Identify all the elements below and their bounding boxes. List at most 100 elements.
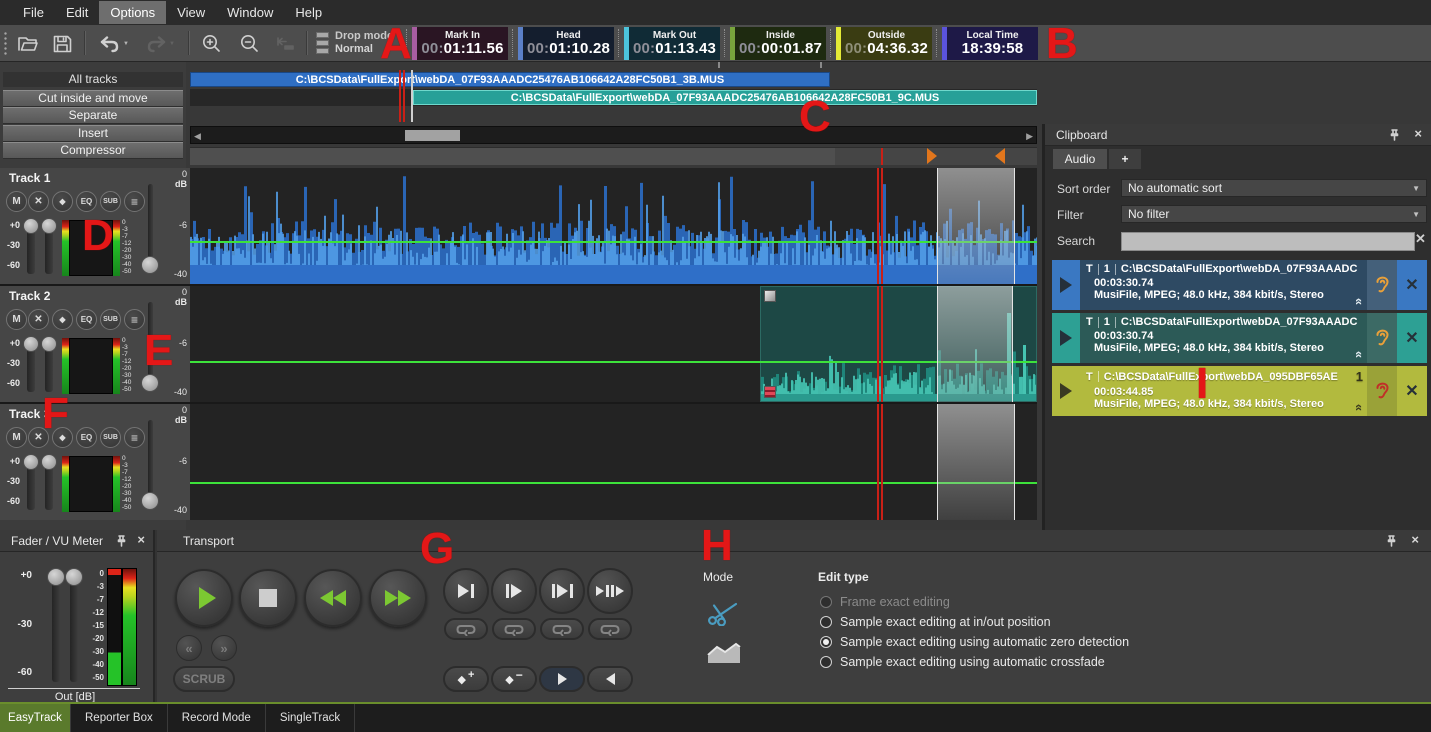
fast-forward-button[interactable] xyxy=(369,569,427,627)
save-button[interactable] xyxy=(48,30,76,58)
tab-add[interactable]: + xyxy=(1109,149,1141,169)
menu-file[interactable]: File xyxy=(12,1,55,24)
overview-clip-2[interactable]: C:\BCSData\FullExport\webDA_07F93AAADC25… xyxy=(413,90,1037,105)
track2-waveform-area[interactable] xyxy=(190,286,1037,402)
item-remove-button[interactable]: ✕ xyxy=(1397,366,1427,416)
close-icon[interactable]: × xyxy=(137,533,145,547)
sub-button[interactable]: SUB xyxy=(100,427,121,448)
menu-view[interactable]: View xyxy=(166,1,216,24)
cut-link-button[interactable]: ✕ xyxy=(28,191,49,212)
item-remove-button[interactable]: ✕ xyxy=(1397,313,1427,363)
close-icon[interactable]: × xyxy=(1411,533,1419,547)
pan-fader-knob[interactable] xyxy=(23,218,39,234)
remove-marker-button[interactable]: ◆− xyxy=(491,666,537,692)
play-around-mark-button[interactable] xyxy=(587,568,633,614)
timeline-scrollbar[interactable]: ◀ ▶ xyxy=(190,126,1037,144)
track-fader-knob[interactable] xyxy=(141,492,159,510)
selection-region[interactable] xyxy=(937,404,1015,520)
prev-marker-button[interactable] xyxy=(587,666,633,692)
volume-envelope-line[interactable] xyxy=(190,241,1037,243)
record-arm-button[interactable]: ◆ xyxy=(52,309,73,330)
out-fader-right-track[interactable] xyxy=(70,574,78,682)
gain-fader-knob[interactable] xyxy=(41,336,57,352)
search-clear-icon[interactable]: ✕ xyxy=(1415,231,1426,247)
clip-fade-handle[interactable] xyxy=(764,290,776,302)
gain-fader-knob[interactable] xyxy=(41,454,57,470)
sort-order-dropdown[interactable]: No automatic sort▼ xyxy=(1121,179,1427,197)
play-from-pause-button[interactable] xyxy=(491,568,537,614)
eq-button[interactable]: EQ xyxy=(76,191,97,212)
selection-region[interactable] xyxy=(937,168,1015,284)
pin-icon[interactable] xyxy=(1386,535,1397,547)
collapse-icon[interactable]: « xyxy=(1352,404,1367,411)
volume-envelope-line[interactable] xyxy=(190,482,1037,484)
track-fader-track[interactable] xyxy=(148,184,153,266)
search-input[interactable] xyxy=(1121,232,1415,251)
pan-fader-knob[interactable] xyxy=(23,336,39,352)
eq-button[interactable]: EQ xyxy=(76,309,97,330)
tab-singletrack[interactable]: SingleTrack xyxy=(266,704,355,732)
tab-audio[interactable]: Audio xyxy=(1053,149,1107,169)
radio-sample-inout[interactable]: Sample exact editing at in/out position xyxy=(820,615,1051,629)
undo-button[interactable]: ▼ xyxy=(94,30,134,58)
cut-mode-button[interactable] xyxy=(706,600,740,626)
pan-fader-knob[interactable] xyxy=(23,454,39,470)
zoom-in-button[interactable] xyxy=(198,30,226,58)
rewind-button[interactable] xyxy=(304,569,362,627)
track-menu-button[interactable]: ≡ xyxy=(124,309,145,330)
pin-icon[interactable] xyxy=(1389,129,1400,141)
separate-button[interactable]: Separate xyxy=(3,107,183,124)
gain-fader-knob[interactable] xyxy=(41,218,57,234)
loop-button-1[interactable] xyxy=(444,618,488,640)
mute-button[interactable]: M xyxy=(6,191,27,212)
play-between-marks-button[interactable] xyxy=(539,568,585,614)
skip-forward-button[interactable]: » xyxy=(211,635,237,661)
compressor-button[interactable]: Compressor xyxy=(3,142,183,159)
scroll-left-arrow[interactable]: ◀ xyxy=(194,130,201,142)
sub-button[interactable]: SUB xyxy=(100,191,121,212)
clipboard-item-3[interactable]: TC:\BCSData\FullExport\webDA_095DBF65AE … xyxy=(1052,366,1427,416)
menu-edit[interactable]: Edit xyxy=(55,1,99,24)
collapse-icon[interactable]: « xyxy=(1352,351,1367,358)
cut-inside-and-move-button[interactable]: Cut inside and move xyxy=(3,90,183,107)
overview-clip-1[interactable]: C:\BCSData\FullExport\webDA_07F93AAADC25… xyxy=(190,72,830,87)
out-fader-left-knob[interactable] xyxy=(47,568,65,586)
menu-options[interactable]: Options xyxy=(99,1,166,24)
item-listen-button[interactable] xyxy=(1367,260,1397,310)
out-fader-right-knob[interactable] xyxy=(65,568,83,586)
insert-button[interactable]: Insert xyxy=(3,125,183,142)
item-play-button[interactable] xyxy=(1052,313,1080,363)
item-listen-button[interactable] xyxy=(1367,366,1397,416)
menu-window[interactable]: Window xyxy=(216,1,284,24)
track-menu-button[interactable]: ≡ xyxy=(124,427,145,448)
record-arm-button[interactable]: ◆ xyxy=(52,191,73,212)
track-fader-knob[interactable] xyxy=(141,256,159,274)
envelope-mode-button[interactable] xyxy=(705,640,743,666)
filter-dropdown[interactable]: No filter▼ xyxy=(1121,205,1427,223)
mark-out-flag[interactable] xyxy=(995,148,1005,164)
menu-help[interactable]: Help xyxy=(284,1,333,24)
timeline-ruler[interactable] xyxy=(190,147,1037,165)
loop-button-3[interactable] xyxy=(540,618,584,640)
add-marker-button[interactable]: ◆+ xyxy=(443,666,489,692)
zoom-out-button[interactable] xyxy=(236,30,264,58)
toolbar-grip[interactable] xyxy=(3,31,9,57)
radio-frame-exact[interactable]: Frame exact editing xyxy=(820,595,950,609)
track-fader-track[interactable] xyxy=(148,420,153,502)
radio-sample-zero-detection[interactable]: Sample exact editing using automatic zer… xyxy=(820,635,1129,649)
track-menu-button[interactable]: ≡ xyxy=(124,191,145,212)
track3-waveform-area[interactable] xyxy=(190,404,1037,520)
scrub-button[interactable]: SCRUB xyxy=(173,666,235,692)
tab-reporter-box[interactable]: Reporter Box xyxy=(71,704,168,732)
pin-icon[interactable] xyxy=(116,535,127,547)
scrollbar-thumb[interactable] xyxy=(405,130,460,141)
collapse-icon[interactable]: « xyxy=(1352,298,1367,305)
track1-waveform-area[interactable] xyxy=(190,168,1037,284)
clipboard-item-2[interactable]: T1C:\BCSData\FullExport\webDA_07F93AAADC… xyxy=(1052,313,1427,363)
clipboard-item-1[interactable]: T1C:\BCSData\FullExport\webDA_07F93AAADC… xyxy=(1052,260,1427,310)
open-file-button[interactable] xyxy=(14,30,42,58)
eq-button[interactable]: EQ xyxy=(76,427,97,448)
loop-button-4[interactable] xyxy=(588,618,632,640)
loop-button-2[interactable] xyxy=(492,618,536,640)
close-icon[interactable]: × xyxy=(1414,127,1422,141)
